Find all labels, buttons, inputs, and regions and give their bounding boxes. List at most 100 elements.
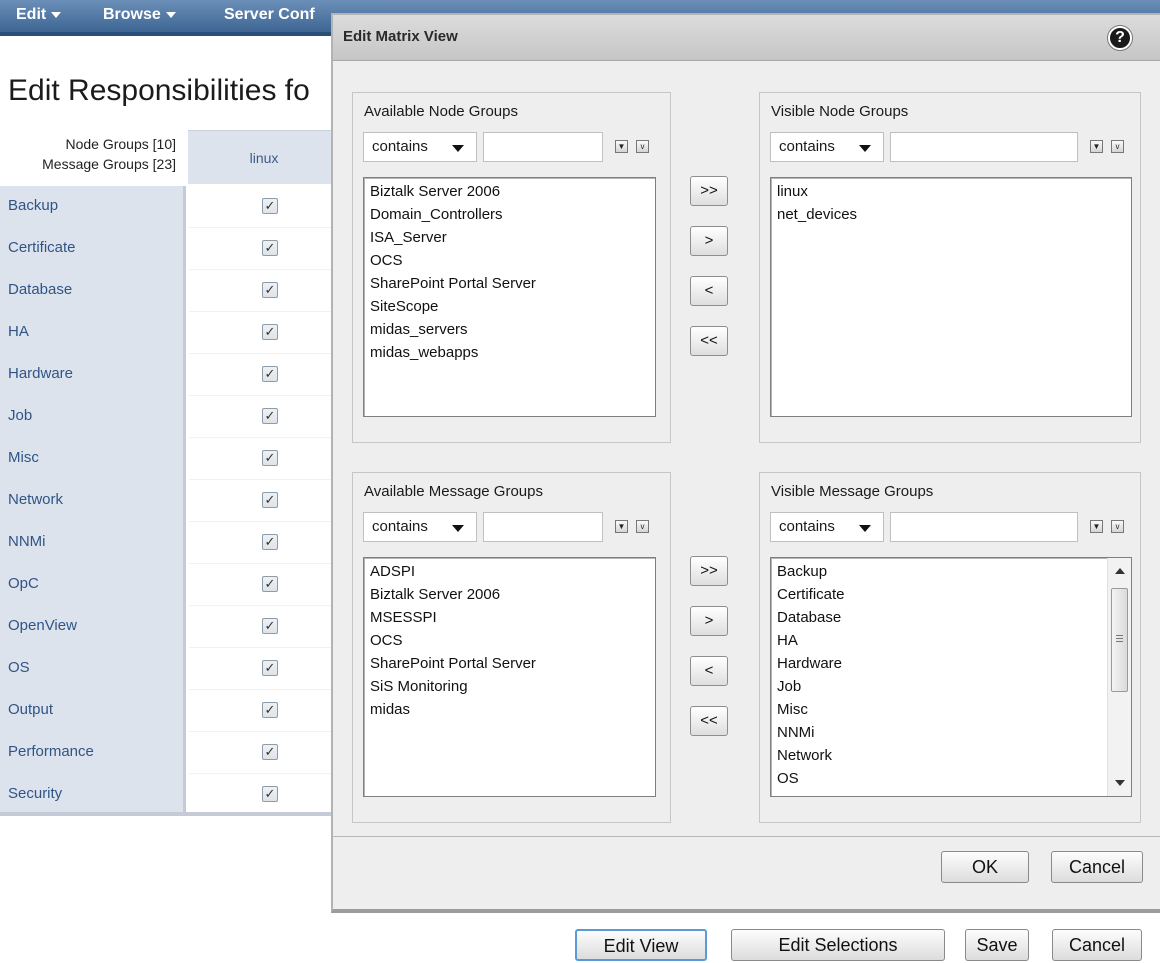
- matrix-column-header-linux[interactable]: linux: [188, 130, 340, 184]
- scroll-down-icon[interactable]: [1115, 780, 1125, 786]
- add-message-group-button[interactable]: >: [690, 606, 728, 636]
- menu-edit[interactable]: Edit: [16, 6, 62, 24]
- list-item[interactable]: Hardware: [777, 652, 1103, 675]
- help-icon[interactable]: ?: [1108, 26, 1132, 50]
- list-item[interactable]: SiS Monitoring: [370, 675, 649, 698]
- available-message-groups-filter-input[interactable]: [483, 512, 603, 542]
- list-item[interactable]: Biztalk Server 2006: [370, 583, 649, 606]
- matrix-row-label[interactable]: Security: [0, 774, 186, 816]
- matrix-row-label[interactable]: OS: [0, 648, 186, 690]
- list-item[interactable]: SharePoint Portal Server: [370, 652, 649, 675]
- matrix-row-label[interactable]: Hardware: [0, 354, 186, 396]
- add-all-message-groups-button[interactable]: >>: [690, 556, 728, 586]
- filter-clear-icon[interactable]: v: [636, 140, 649, 153]
- list-scrollbar[interactable]: [1107, 558, 1131, 796]
- list-item[interactable]: midas_servers: [370, 318, 649, 341]
- matrix-row-label[interactable]: Misc: [0, 438, 186, 480]
- responsibility-checkbox[interactable]: ✓: [262, 282, 278, 298]
- list-item[interactable]: Domain_Controllers: [370, 203, 649, 226]
- list-item[interactable]: OCS: [370, 629, 649, 652]
- available-message-groups-list[interactable]: ADSPI Biztalk Server 2006 MSESSPI OCS ShareP…: [363, 557, 656, 797]
- list-item[interactable]: midas_webapps: [370, 341, 649, 364]
- visible-message-groups-filter-input[interactable]: [890, 512, 1078, 542]
- matrix-row-label[interactable]: Network: [0, 480, 186, 522]
- edit-selections-button[interactable]: Edit Selections: [731, 929, 945, 961]
- list-item[interactable]: ISA_Server: [370, 226, 649, 249]
- list-item[interactable]: linux: [777, 180, 1125, 203]
- responsibility-checkbox[interactable]: ✓: [262, 576, 278, 592]
- matrix-row-label[interactable]: NNMi: [0, 522, 186, 564]
- matrix-row-label[interactable]: Job: [0, 396, 186, 438]
- matrix-row-label[interactable]: OpC: [0, 564, 186, 606]
- cancel-button[interactable]: Cancel: [1052, 929, 1142, 961]
- responsibility-checkbox[interactable]: ✓: [262, 324, 278, 340]
- scroll-up-icon[interactable]: [1115, 568, 1125, 574]
- matrix-row-label[interactable]: Backup: [0, 186, 186, 228]
- visible-message-groups-filter-mode[interactable]: contains: [770, 512, 884, 542]
- list-item[interactable]: Database: [777, 606, 1103, 629]
- dialog-cancel-button[interactable]: Cancel: [1051, 851, 1143, 883]
- matrix-row-label[interactable]: HA: [0, 312, 186, 354]
- visible-node-groups-filter-input[interactable]: [890, 132, 1078, 162]
- edit-view-button[interactable]: Edit View: [575, 929, 707, 961]
- list-item[interactable]: Biztalk Server 2006: [370, 180, 649, 203]
- available-node-groups-list[interactable]: Biztalk Server 2006 Domain_Controllers ISA…: [363, 177, 656, 417]
- available-node-groups-filter-input[interactable]: [483, 132, 603, 162]
- remove-message-group-button[interactable]: <: [690, 656, 728, 686]
- filter-clear-icon[interactable]: v: [1111, 520, 1124, 533]
- list-item[interactable]: midas: [370, 698, 649, 721]
- scroll-thumb[interactable]: [1111, 588, 1128, 692]
- available-node-groups-filter-mode[interactable]: contains: [363, 132, 477, 162]
- list-item[interactable]: OCS: [370, 249, 649, 272]
- list-item[interactable]: Certificate: [777, 583, 1103, 606]
- responsibility-checkbox[interactable]: ✓: [262, 198, 278, 214]
- visible-message-groups-list[interactable]: Backup Certificate Database HA Hardware Job Mi…: [770, 557, 1132, 797]
- remove-node-group-button[interactable]: <: [690, 276, 728, 306]
- list-item[interactable]: Backup: [777, 560, 1103, 583]
- list-item[interactable]: HA: [777, 629, 1103, 652]
- filter-apply-icon[interactable]: ▼: [1090, 140, 1103, 153]
- ok-button[interactable]: OK: [941, 851, 1029, 883]
- filter-clear-icon[interactable]: v: [636, 520, 649, 533]
- list-item[interactable]: net_devices: [777, 203, 1125, 226]
- filter-apply-icon[interactable]: ▼: [615, 140, 628, 153]
- responsibility-checkbox[interactable]: ✓: [262, 408, 278, 424]
- matrix-row-label[interactable]: Certificate: [0, 228, 186, 270]
- list-item[interactable]: ADSPI: [370, 560, 649, 583]
- matrix-row-label[interactable]: Output: [0, 690, 186, 732]
- add-all-node-groups-button[interactable]: >>: [690, 176, 728, 206]
- responsibility-checkbox[interactable]: ✓: [262, 492, 278, 508]
- dialog-title-bar[interactable]: Edit Matrix View ?: [333, 15, 1160, 61]
- responsibility-checkbox[interactable]: ✓: [262, 660, 278, 676]
- list-item[interactable]: Misc: [777, 698, 1103, 721]
- list-item[interactable]: NNMi: [777, 721, 1103, 744]
- available-message-groups-filter-mode[interactable]: contains: [363, 512, 477, 542]
- list-item[interactable]: SiteScope: [370, 295, 649, 318]
- matrix-row-label[interactable]: OpenView: [0, 606, 186, 648]
- list-item[interactable]: SharePoint Portal Server: [370, 272, 649, 295]
- filter-apply-icon[interactable]: ▼: [1090, 520, 1103, 533]
- responsibility-checkbox[interactable]: ✓: [262, 240, 278, 256]
- responsibility-checkbox[interactable]: ✓: [262, 618, 278, 634]
- menu-server-configuration[interactable]: Server Conf: [224, 6, 315, 24]
- remove-all-node-groups-button[interactable]: <<: [690, 326, 728, 356]
- list-item[interactable]: MSESSPI: [370, 606, 649, 629]
- matrix-row-label[interactable]: Performance: [0, 732, 186, 774]
- list-item[interactable]: OS: [777, 767, 1103, 790]
- visible-node-groups-list[interactable]: linux net_devices: [770, 177, 1132, 417]
- responsibility-checkbox[interactable]: ✓: [262, 702, 278, 718]
- matrix-row-label[interactable]: Database: [0, 270, 186, 312]
- visible-node-groups-filter-mode[interactable]: contains: [770, 132, 884, 162]
- save-button[interactable]: Save: [965, 929, 1029, 961]
- responsibility-checkbox[interactable]: ✓: [262, 786, 278, 802]
- responsibility-checkbox[interactable]: ✓: [262, 366, 278, 382]
- list-item[interactable]: Network: [777, 744, 1103, 767]
- remove-all-message-groups-button[interactable]: <<: [690, 706, 728, 736]
- add-node-group-button[interactable]: >: [690, 226, 728, 256]
- responsibility-checkbox[interactable]: ✓: [262, 534, 278, 550]
- responsibility-checkbox[interactable]: ✓: [262, 744, 278, 760]
- menu-browse[interactable]: Browse: [103, 6, 176, 24]
- filter-clear-icon[interactable]: v: [1111, 140, 1124, 153]
- list-item[interactable]: Job: [777, 675, 1103, 698]
- responsibility-checkbox[interactable]: ✓: [262, 450, 278, 466]
